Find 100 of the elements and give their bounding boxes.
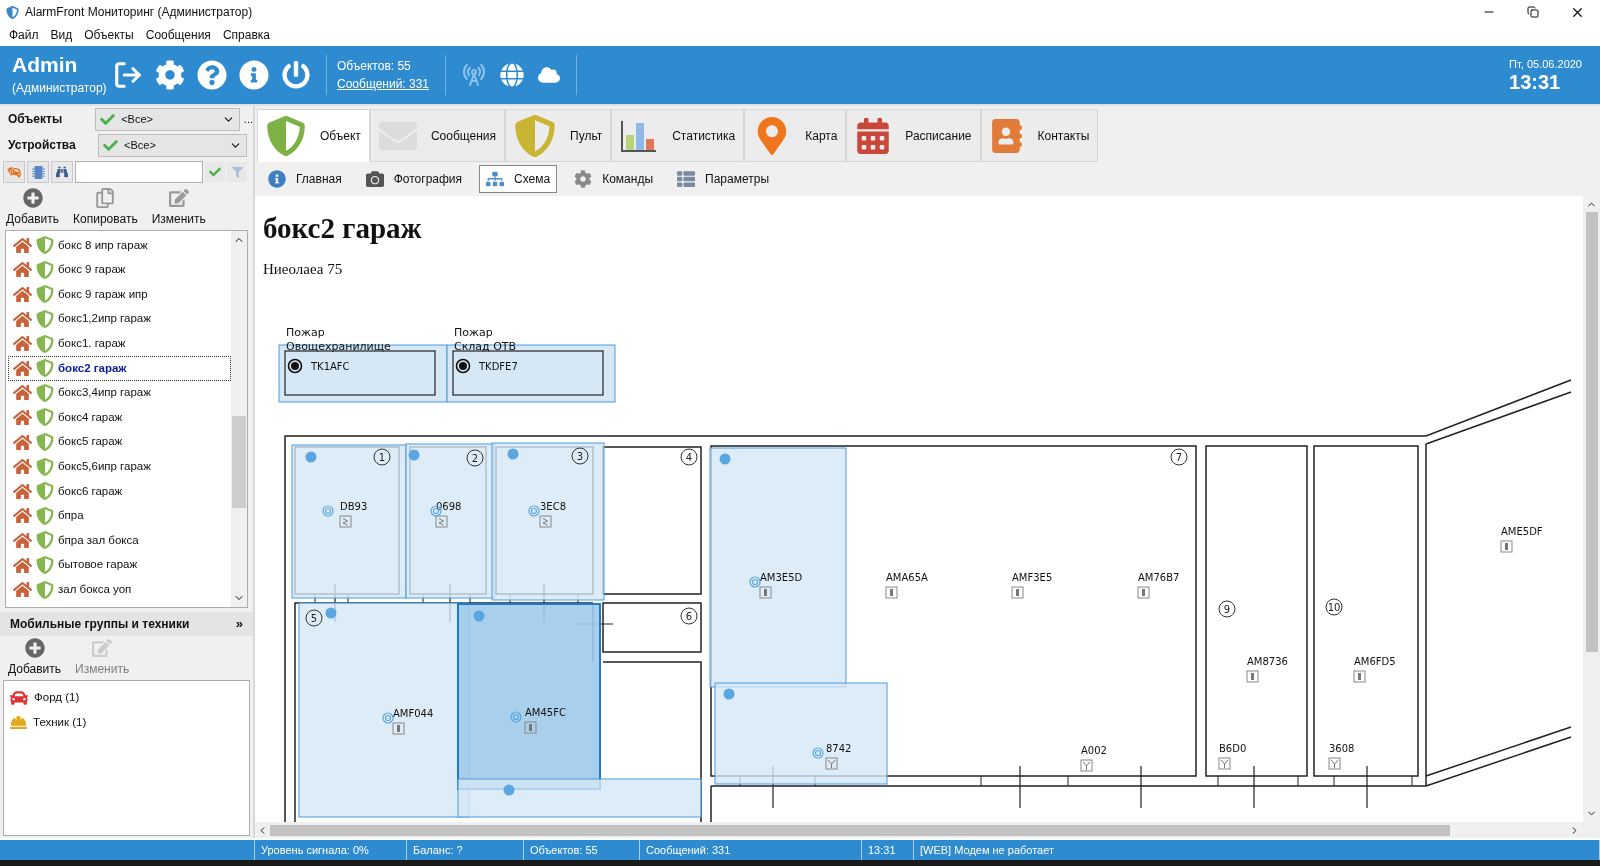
more-button[interactable]: ... [243, 110, 253, 128]
expand-button[interactable]: » [235, 614, 243, 634]
link-ring-icon [812, 747, 824, 759]
object-list-item[interactable]: бокс1,2ипр гараж [8, 306, 231, 332]
room-number: 3 [571, 447, 589, 465]
objects-count: Объектов: 55 [337, 58, 412, 75]
status-text: Объектов: 55 [530, 842, 598, 858]
main-tab[interactable]: Пульт [505, 109, 612, 162]
check-icon [100, 111, 116, 127]
copy-icon [95, 188, 116, 208]
mobile-unit-item[interactable]: Техник (1) [4, 710, 249, 735]
scroll-thumb[interactable] [1585, 212, 1598, 652]
zone-area[interactable] [457, 778, 702, 818]
object-list-item[interactable]: бпра [8, 503, 231, 529]
check-icon[interactable] [209, 166, 221, 178]
menu-item[interactable]: Файл [3, 26, 45, 44]
house-icon [13, 235, 32, 255]
object-list-item[interactable]: бокс3,4ипр гараж [8, 380, 231, 406]
sub-tab[interactable]: Схема [479, 165, 558, 193]
scrollbar[interactable] [255, 822, 1600, 838]
fire-zone-area[interactable] [278, 344, 448, 403]
fire-zone-area[interactable] [446, 344, 616, 403]
zone-area[interactable] [491, 442, 605, 601]
status-text: 13:31 [868, 842, 896, 858]
list-icon [677, 170, 696, 188]
zone-name: Склад ОТВ [454, 340, 517, 353]
sub-tab[interactable]: Фотография [358, 165, 470, 193]
messages-link[interactable]: Сообщений: 331 [337, 75, 430, 93]
cloud-icon[interactable] [538, 64, 561, 86]
main-tab[interactable]: Объект [257, 109, 370, 162]
sensor-label: AM3E5D [760, 572, 803, 583]
shield-icon [36, 580, 54, 599]
scroll-thumb[interactable] [232, 416, 246, 508]
sensor-label: AM8736 [1247, 656, 1288, 667]
scrollbar[interactable] [231, 231, 247, 607]
status-text: Баланс: ? [413, 842, 463, 858]
object-list-item[interactable]: бокс4 гараж [8, 405, 231, 430]
object-list-item[interactable]: бокс2 гараж [8, 355, 231, 381]
link-ring-icon [382, 712, 394, 724]
shield-icon [36, 285, 54, 304]
device-label: TK1AFC [311, 361, 350, 372]
sub-tab[interactable]: Команды [567, 165, 661, 193]
room-number: 1 [373, 448, 391, 466]
info-button[interactable] [238, 58, 270, 92]
settings-button[interactable] [154, 58, 186, 92]
restore-icon[interactable] [1527, 5, 1539, 18]
main-tab[interactable]: Сообщения [369, 109, 505, 162]
menu-item[interactable]: Вид [44, 26, 79, 44]
mobile-unit-item[interactable]: Форд (1) [4, 685, 249, 710]
globe-icon[interactable] [500, 63, 525, 87]
help-button[interactable] [196, 58, 228, 92]
sub-tab[interactable]: Параметры [670, 165, 776, 193]
action-button[interactable]: Добавить [8, 638, 62, 678]
camera-icon [365, 170, 384, 188]
smoke-sensor-icon [825, 757, 838, 770]
menu-item[interactable]: Справка [216, 26, 276, 44]
object-list-item[interactable]: бокс1. гараж [8, 331, 231, 356]
zone-name: Овощехранилище [286, 340, 391, 353]
car-alarm-icon[interactable] [7, 165, 21, 179]
car-icon [10, 688, 28, 707]
main-tab[interactable]: Карта [744, 109, 847, 162]
search-field[interactable] [75, 161, 203, 183]
object-list-item[interactable]: бокс 8 ипр гараж [8, 233, 231, 258]
action-button[interactable]: Копировать [73, 188, 138, 228]
zone-caption: Пожар [286, 326, 325, 339]
object-list-item[interactable]: зал бокса уоп [8, 577, 231, 602]
house-icon [13, 580, 32, 600]
action-button[interactable]: Добавить [6, 188, 60, 228]
detector-icon [287, 358, 303, 374]
main-tab[interactable]: Контакты [980, 109, 1099, 162]
house-icon [13, 530, 32, 550]
zone-area[interactable] [298, 602, 470, 818]
main-tab[interactable]: Статистика [611, 109, 745, 162]
menu-item[interactable]: Сообщения [139, 26, 217, 44]
menu-item[interactable]: Объекты [78, 26, 140, 44]
filter-dropdown[interactable]: <Все> [98, 133, 247, 157]
object-list-item[interactable]: бпра зал бокса [8, 528, 231, 553]
contact-book-icon [989, 118, 1024, 153]
scroll-thumb[interactable] [270, 824, 1450, 836]
app-logo-icon [6, 5, 19, 19]
device-icon[interactable] [31, 165, 45, 179]
object-list-item[interactable]: бокс5,6ипр гараж [8, 454, 231, 479]
bar-chart-icon [620, 118, 659, 153]
object-list-item[interactable]: бокс 9 гараж ипр [8, 282, 231, 307]
sub-tab[interactable]: Главная [261, 165, 349, 193]
diagram-icon [486, 170, 505, 188]
object-list-item[interactable]: бокс5 гараж [8, 429, 231, 455]
zone-caption: Пожар [454, 326, 493, 339]
filter-dropdown[interactable]: <Все> [95, 107, 240, 131]
object-list-item[interactable]: бокс 9 гараж [8, 257, 231, 283]
house-icon [13, 481, 32, 501]
object-list-item[interactable]: бытовое гараж [8, 552, 231, 578]
object-list-item[interactable]: бокс6 гараж [8, 478, 231, 504]
main-tab[interactable]: Расписание [846, 109, 981, 162]
signal-icon[interactable] [462, 63, 487, 87]
link-ring-icon [749, 576, 761, 588]
edit-icon [92, 638, 113, 658]
action-button[interactable]: Изменить [151, 188, 206, 228]
binoculars-icon[interactable] [56, 166, 68, 178]
shield-icon [36, 383, 54, 402]
